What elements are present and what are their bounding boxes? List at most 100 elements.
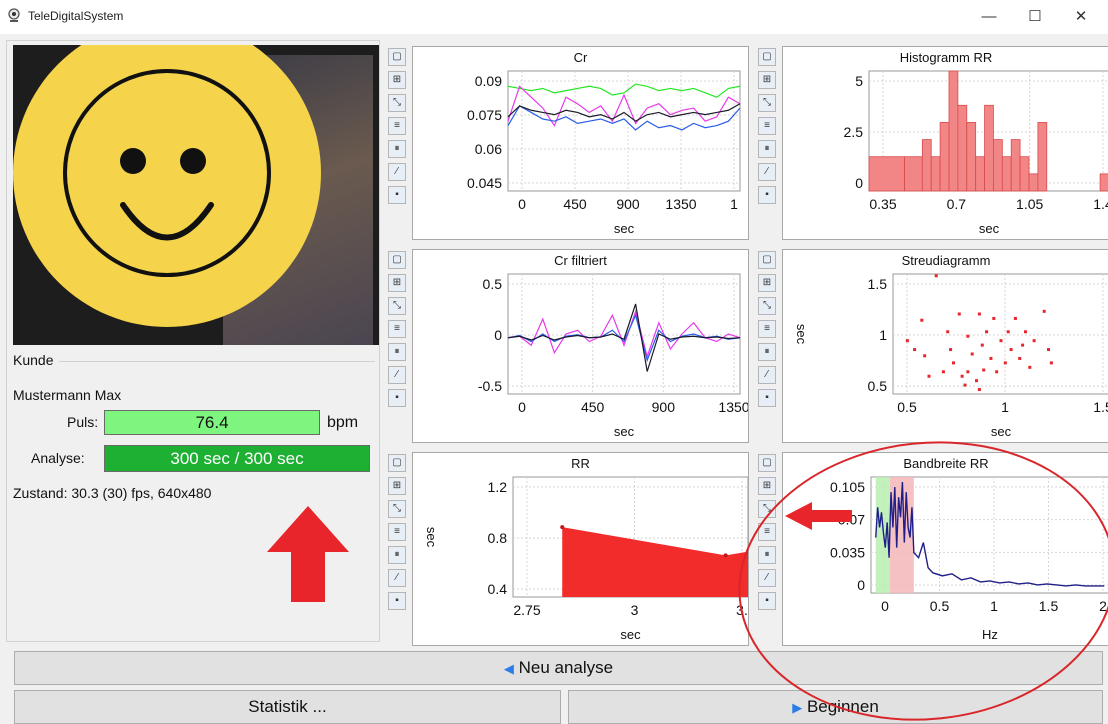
- zoom-reset-icon[interactable]: ⤡: [758, 297, 776, 315]
- zoom-reset-icon[interactable]: ⤡: [758, 94, 776, 112]
- cr-xtick-label: 1350: [665, 196, 696, 212]
- wand-icon[interactable]: ⁄: [758, 163, 776, 181]
- band-xlabel: Hz: [982, 627, 998, 642]
- scatter-point: [951, 361, 955, 365]
- wand-icon[interactable]: ⁄: [758, 569, 776, 587]
- scatter-point: [1021, 343, 1025, 347]
- scatter-chart: 0.5 1 1.5 1.5 1 0.5 sec sec: [794, 273, 1108, 439]
- scatter-point: [982, 368, 986, 372]
- scatter-xtick-label: 0.5: [897, 399, 917, 415]
- scatter-point: [949, 348, 953, 352]
- maximize-button[interactable]: ☐: [1012, 0, 1058, 34]
- scatter-point: [966, 334, 970, 338]
- hist-bar: [868, 156, 905, 192]
- cr-xtick-label: 0: [518, 196, 526, 212]
- camera-view: [13, 45, 379, 345]
- hist-xtick-label: 1.4: [1093, 196, 1108, 212]
- band-xtick-label: 2: [1099, 598, 1107, 614]
- hist-ytick-label: 5: [855, 73, 863, 89]
- scatter-point: [999, 339, 1003, 343]
- pause-icon[interactable]: ⏸: [758, 343, 776, 361]
- zoom-fit-icon[interactable]: ⊞: [758, 274, 776, 292]
- crf-chart: 0 450 900 1350 0.5 0 -0.5 sec: [478, 273, 748, 439]
- hist-bar: [1001, 156, 1012, 192]
- pause-icon[interactable]: ⏸: [388, 140, 406, 158]
- beginnen-button[interactable]: ▶ Beginnen: [568, 690, 1103, 724]
- zoom-reset-icon[interactable]: ⤡: [388, 94, 406, 112]
- zoom-reset-icon[interactable]: ⤡: [388, 297, 406, 315]
- zoom-fit-icon[interactable]: ⊞: [388, 274, 406, 292]
- hist-bar: [930, 156, 941, 192]
- puls-value: 76.4: [104, 410, 320, 435]
- layers-icon[interactable]: ≡: [388, 320, 406, 338]
- webcam-icon: [8, 8, 20, 22]
- wand-icon[interactable]: ⁄: [388, 569, 406, 587]
- rr-xtick-label: 3: [631, 602, 639, 618]
- pause-icon[interactable]: ⏸: [758, 140, 776, 158]
- cr-xtick-label: 900: [616, 196, 640, 212]
- scatter-point: [1003, 361, 1007, 365]
- neu-analyse-button[interactable]: ◀ Neu analyse: [14, 651, 1103, 685]
- hist-chart: 0.35 0.7 1.05 1.4 5 2.5 0 sec: [844, 70, 1108, 236]
- layers-icon[interactable]: ≡: [758, 117, 776, 135]
- scatter-point: [913, 348, 917, 352]
- cr-xtick-label: 450: [563, 196, 587, 212]
- smiley-face-icon: [13, 45, 321, 327]
- pause-icon[interactable]: ⏸: [758, 546, 776, 564]
- scatter-point: [1013, 316, 1017, 320]
- neu-analyse-label: Neu analyse: [518, 658, 614, 677]
- rr-ylabel: sec: [424, 527, 439, 548]
- crf-xtick-label: 900: [652, 399, 676, 415]
- scatter-point: [946, 330, 950, 334]
- window-icon[interactable]: ▢: [758, 251, 776, 269]
- band-ytick-label: 0: [857, 577, 865, 593]
- arrow-up-icon: [267, 506, 349, 602]
- layers-icon[interactable]: ≡: [388, 117, 406, 135]
- hist-xtick-label: 1.05: [1016, 196, 1043, 212]
- save-icon[interactable]: ▪: [388, 389, 406, 407]
- zoom-fit-icon[interactable]: ⊞: [758, 71, 776, 89]
- pause-icon[interactable]: ⏸: [388, 546, 406, 564]
- scatter-point: [966, 370, 970, 374]
- band-ytick-label: 0.105: [830, 479, 865, 495]
- window-icon[interactable]: ▢: [758, 454, 776, 472]
- zoom-fit-icon[interactable]: ⊞: [758, 477, 776, 495]
- scatter-point: [1009, 348, 1013, 352]
- zoom-fit-icon[interactable]: ⊞: [388, 477, 406, 495]
- layers-icon[interactable]: ≡: [758, 523, 776, 541]
- save-icon[interactable]: ▪: [758, 389, 776, 407]
- wand-icon[interactable]: ⁄: [388, 366, 406, 384]
- statistik-button[interactable]: Statistik ...: [14, 690, 561, 724]
- pause-icon[interactable]: ⏸: [388, 343, 406, 361]
- close-button[interactable]: ✕: [1058, 0, 1104, 34]
- save-icon[interactable]: ▪: [388, 592, 406, 610]
- window-icon[interactable]: ▢: [388, 251, 406, 269]
- scatter-point: [934, 274, 938, 278]
- window-icon[interactable]: ▢: [388, 454, 406, 472]
- zoom-reset-icon[interactable]: ⤡: [758, 500, 776, 518]
- wand-icon[interactable]: ⁄: [388, 163, 406, 181]
- minimize-button[interactable]: —: [966, 0, 1012, 34]
- wand-icon[interactable]: ⁄: [758, 366, 776, 384]
- kunde-label: Kunde: [13, 352, 54, 368]
- save-icon[interactable]: ▪: [758, 592, 776, 610]
- save-icon[interactable]: ▪: [758, 186, 776, 204]
- scatter-ytick-label: 1: [879, 327, 887, 343]
- zoom-reset-icon[interactable]: ⤡: [388, 500, 406, 518]
- hist-bar: [975, 156, 985, 192]
- beginnen-label: Beginnen: [806, 697, 879, 716]
- customer-panel: Kunde Mustermann Max Puls: 76.4 bpm Anal…: [6, 40, 380, 642]
- scatter-point: [1047, 348, 1051, 352]
- layers-icon[interactable]: ≡: [388, 523, 406, 541]
- arrow-left-icon: ◀: [503, 661, 514, 676]
- zoom-fit-icon[interactable]: ⊞: [388, 71, 406, 89]
- rr-ytick-label: 0.8: [488, 530, 508, 546]
- cr-xtick-label: 1: [730, 196, 738, 212]
- save-icon[interactable]: ▪: [388, 186, 406, 204]
- window-icon[interactable]: ▢: [758, 48, 776, 66]
- window-icon[interactable]: ▢: [388, 48, 406, 66]
- puls-label: Puls:: [67, 414, 99, 430]
- scatter-point: [963, 383, 967, 387]
- layers-icon[interactable]: ≡: [758, 320, 776, 338]
- arrow-right-icon: ▶: [792, 700, 803, 715]
